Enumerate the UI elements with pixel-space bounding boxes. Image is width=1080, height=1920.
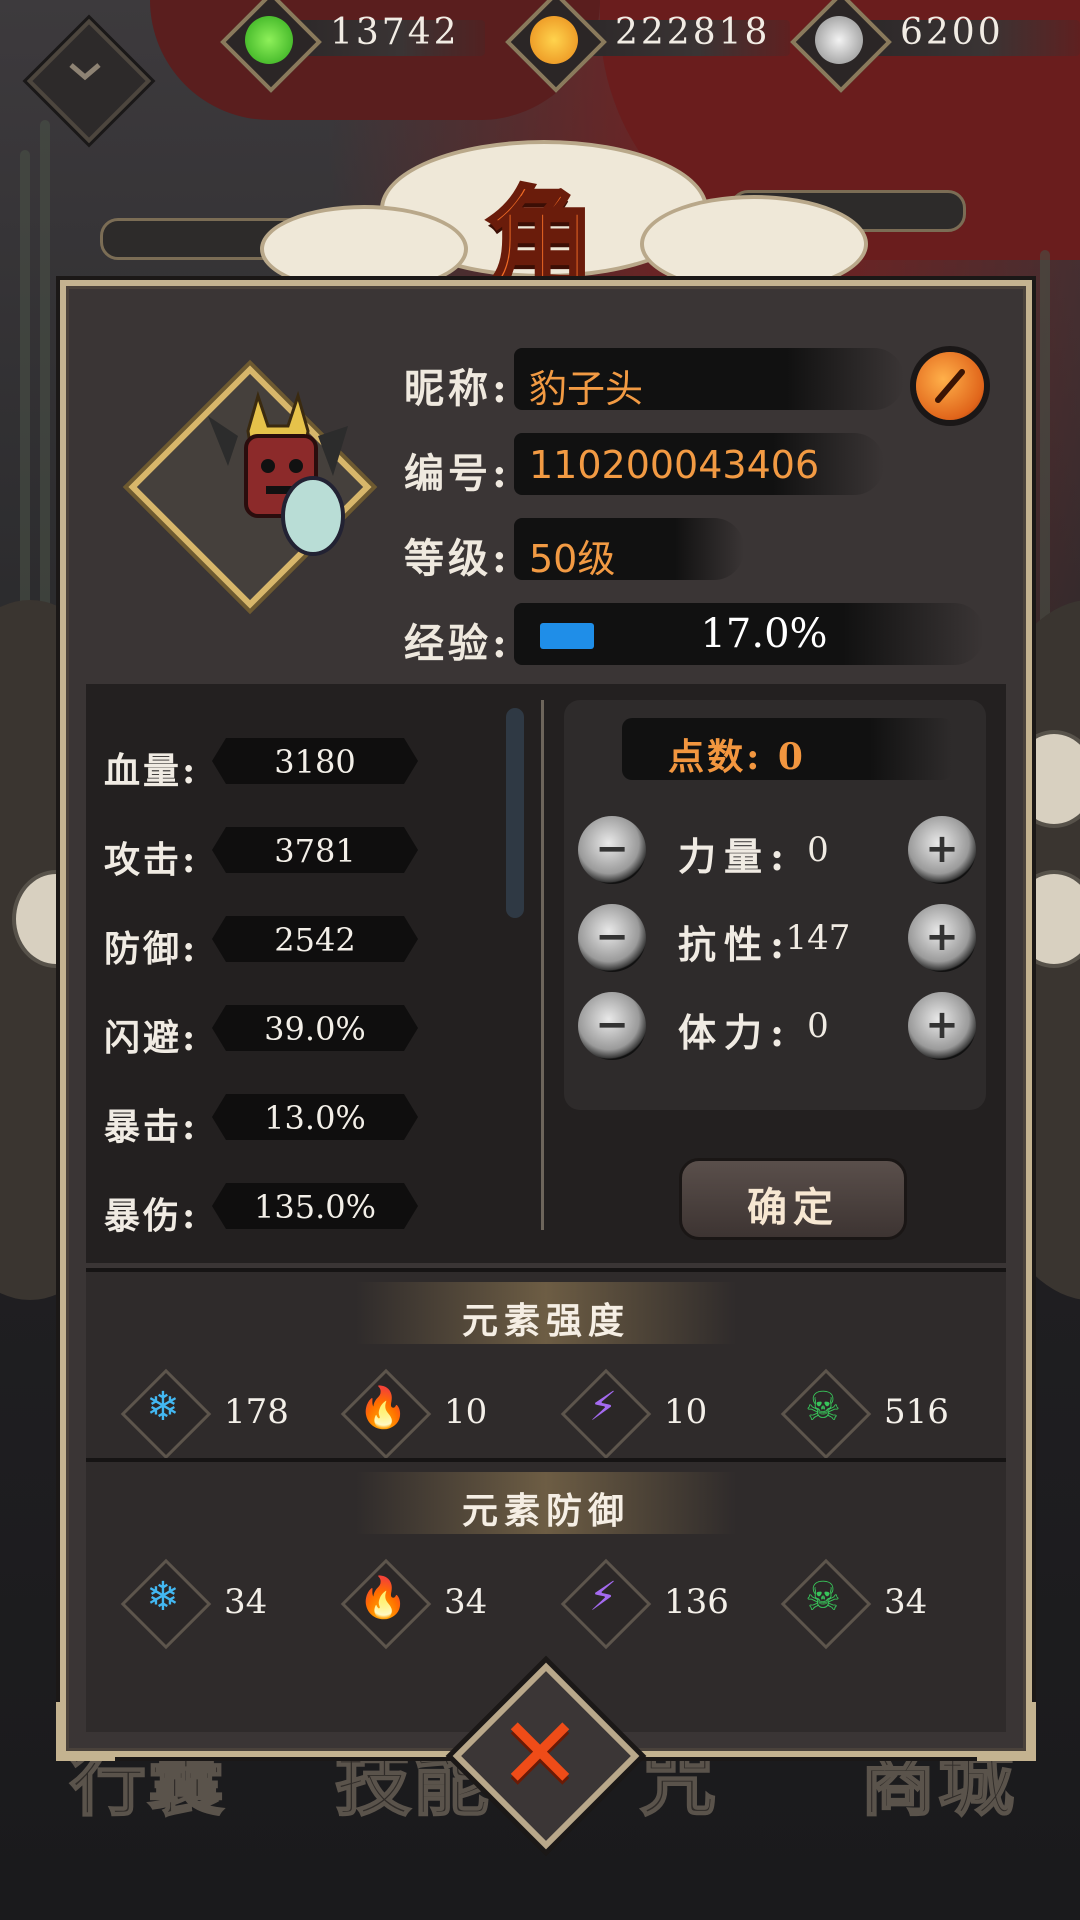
stat-crit-damage: 暴伤: 135.0% — [104, 1183, 424, 1237]
attribute-points-panel: 点数: 0 − 力量: 0 + − 抗性: 147 + − 体力: 0 + — [564, 700, 986, 1110]
nickname-label: 昵称: — [404, 365, 511, 412]
silver-orb-icon — [815, 16, 863, 64]
fire-icon: 🔥 — [358, 1385, 408, 1431]
stat-attack: 攻击: 3781 — [104, 827, 424, 881]
element-defense-title: 元素防御 — [461, 1490, 630, 1532]
profile-section: 昵称: 豹子头 编号: 110200043406 等级: 50级 经验: 17.… — [86, 306, 1006, 688]
element-strength-title: 元素强度 — [461, 1300, 630, 1342]
brush-icon — [935, 369, 965, 403]
menu-toggle-button[interactable] — [26, 18, 152, 144]
stats-section: 血量: 3180 攻击: 3781 防御: 2542 闪避: 39.0% 暴击:… — [86, 688, 1006, 1263]
chevron-down-icon — [69, 63, 101, 81]
strength-fire: 🔥 10 — [340, 1368, 546, 1460]
defense-fire: 🔥 34 — [340, 1558, 546, 1650]
id-label: 编号: — [404, 450, 511, 497]
character-panel: 昵称: 豹子头 编号: 110200043406 等级: 50级 经验: 17.… — [56, 280, 1036, 1761]
lightning-icon: ⚡ — [588, 1574, 618, 1620]
divider — [541, 700, 544, 1230]
ice-icon: ❄ — [146, 1574, 180, 1620]
exp-row: 经验: 17.0% — [404, 603, 984, 667]
green-flame-icon — [245, 16, 293, 64]
stat-hp: 血量: 3180 — [104, 738, 424, 792]
ice-icon: ❄ — [146, 1384, 180, 1430]
id-value: 110200043406 — [529, 443, 820, 487]
edit-nickname-button[interactable] — [916, 352, 984, 420]
points-row-strength: − 力量: 0 + — [578, 810, 978, 890]
currency-gold: 222818 — [505, 0, 800, 93]
level-label: 等级: — [404, 535, 511, 582]
defense-ice: ❄ 34 — [120, 1558, 326, 1650]
strength-minus-button[interactable]: − — [578, 816, 646, 884]
exp-percent: 17.0% — [700, 611, 828, 657]
exp-label: 经验: — [404, 620, 511, 667]
points-title: 点数: 0 — [668, 736, 806, 778]
gold-coin-icon — [530, 16, 578, 64]
points-row-resistance: − 抗性: 147 + — [578, 898, 978, 978]
nickname-value: 豹子头 — [529, 367, 644, 411]
panel-corner-right — [977, 1702, 1036, 1761]
points-row-stamina: − 体力: 0 + — [578, 986, 978, 1066]
poison-skull-icon: ☠ — [805, 1384, 841, 1430]
id-row: 编号: 110200043406 — [404, 433, 984, 497]
element-strength-section: 元素强度 ❄ 178 🔥 10 ⚡ 10 ☠ 516 — [86, 1268, 1006, 1462]
exp-progress-bar — [540, 623, 594, 649]
strength-lightning: ⚡ 10 — [560, 1368, 766, 1460]
defense-poison: ☠ 34 — [780, 1558, 986, 1650]
lightning-icon: ⚡ — [588, 1384, 618, 1430]
resistance-minus-button[interactable]: − — [578, 904, 646, 972]
stat-defense: 防御: 2542 — [104, 916, 424, 970]
strength-ice: ❄ 178 — [120, 1368, 326, 1460]
level-row: 等级: 50级 — [404, 518, 984, 582]
panel-corner-left — [56, 1702, 115, 1761]
nickname-row: 昵称: 豹子头 — [404, 348, 984, 412]
defense-lightning: ⚡ 136 — [560, 1558, 766, 1650]
stat-crit: 暴击: 13.0% — [104, 1094, 424, 1148]
strength-plus-button[interactable]: + — [908, 816, 976, 884]
avatar — [208, 390, 348, 556]
fire-icon: 🔥 — [358, 1575, 408, 1621]
currency-silver: 6200 — [790, 0, 1080, 93]
level-value: 50级 — [529, 537, 616, 581]
stamina-plus-button[interactable]: + — [908, 992, 976, 1060]
close-icon: ✕ — [498, 1695, 582, 1812]
stamina-minus-button[interactable]: − — [578, 992, 646, 1060]
stat-dodge: 闪避: 39.0% — [104, 1005, 424, 1059]
poison-skull-icon: ☠ — [805, 1574, 841, 1620]
currency-green: 13742 — [220, 0, 495, 93]
close-button[interactable]: ✕ — [450, 1660, 640, 1850]
stats-scrollbar[interactable] — [506, 708, 524, 918]
strength-poison: ☠ 516 — [780, 1368, 986, 1460]
resistance-plus-button[interactable]: + — [908, 904, 976, 972]
confirm-button[interactable]: 确定 — [679, 1158, 907, 1240]
